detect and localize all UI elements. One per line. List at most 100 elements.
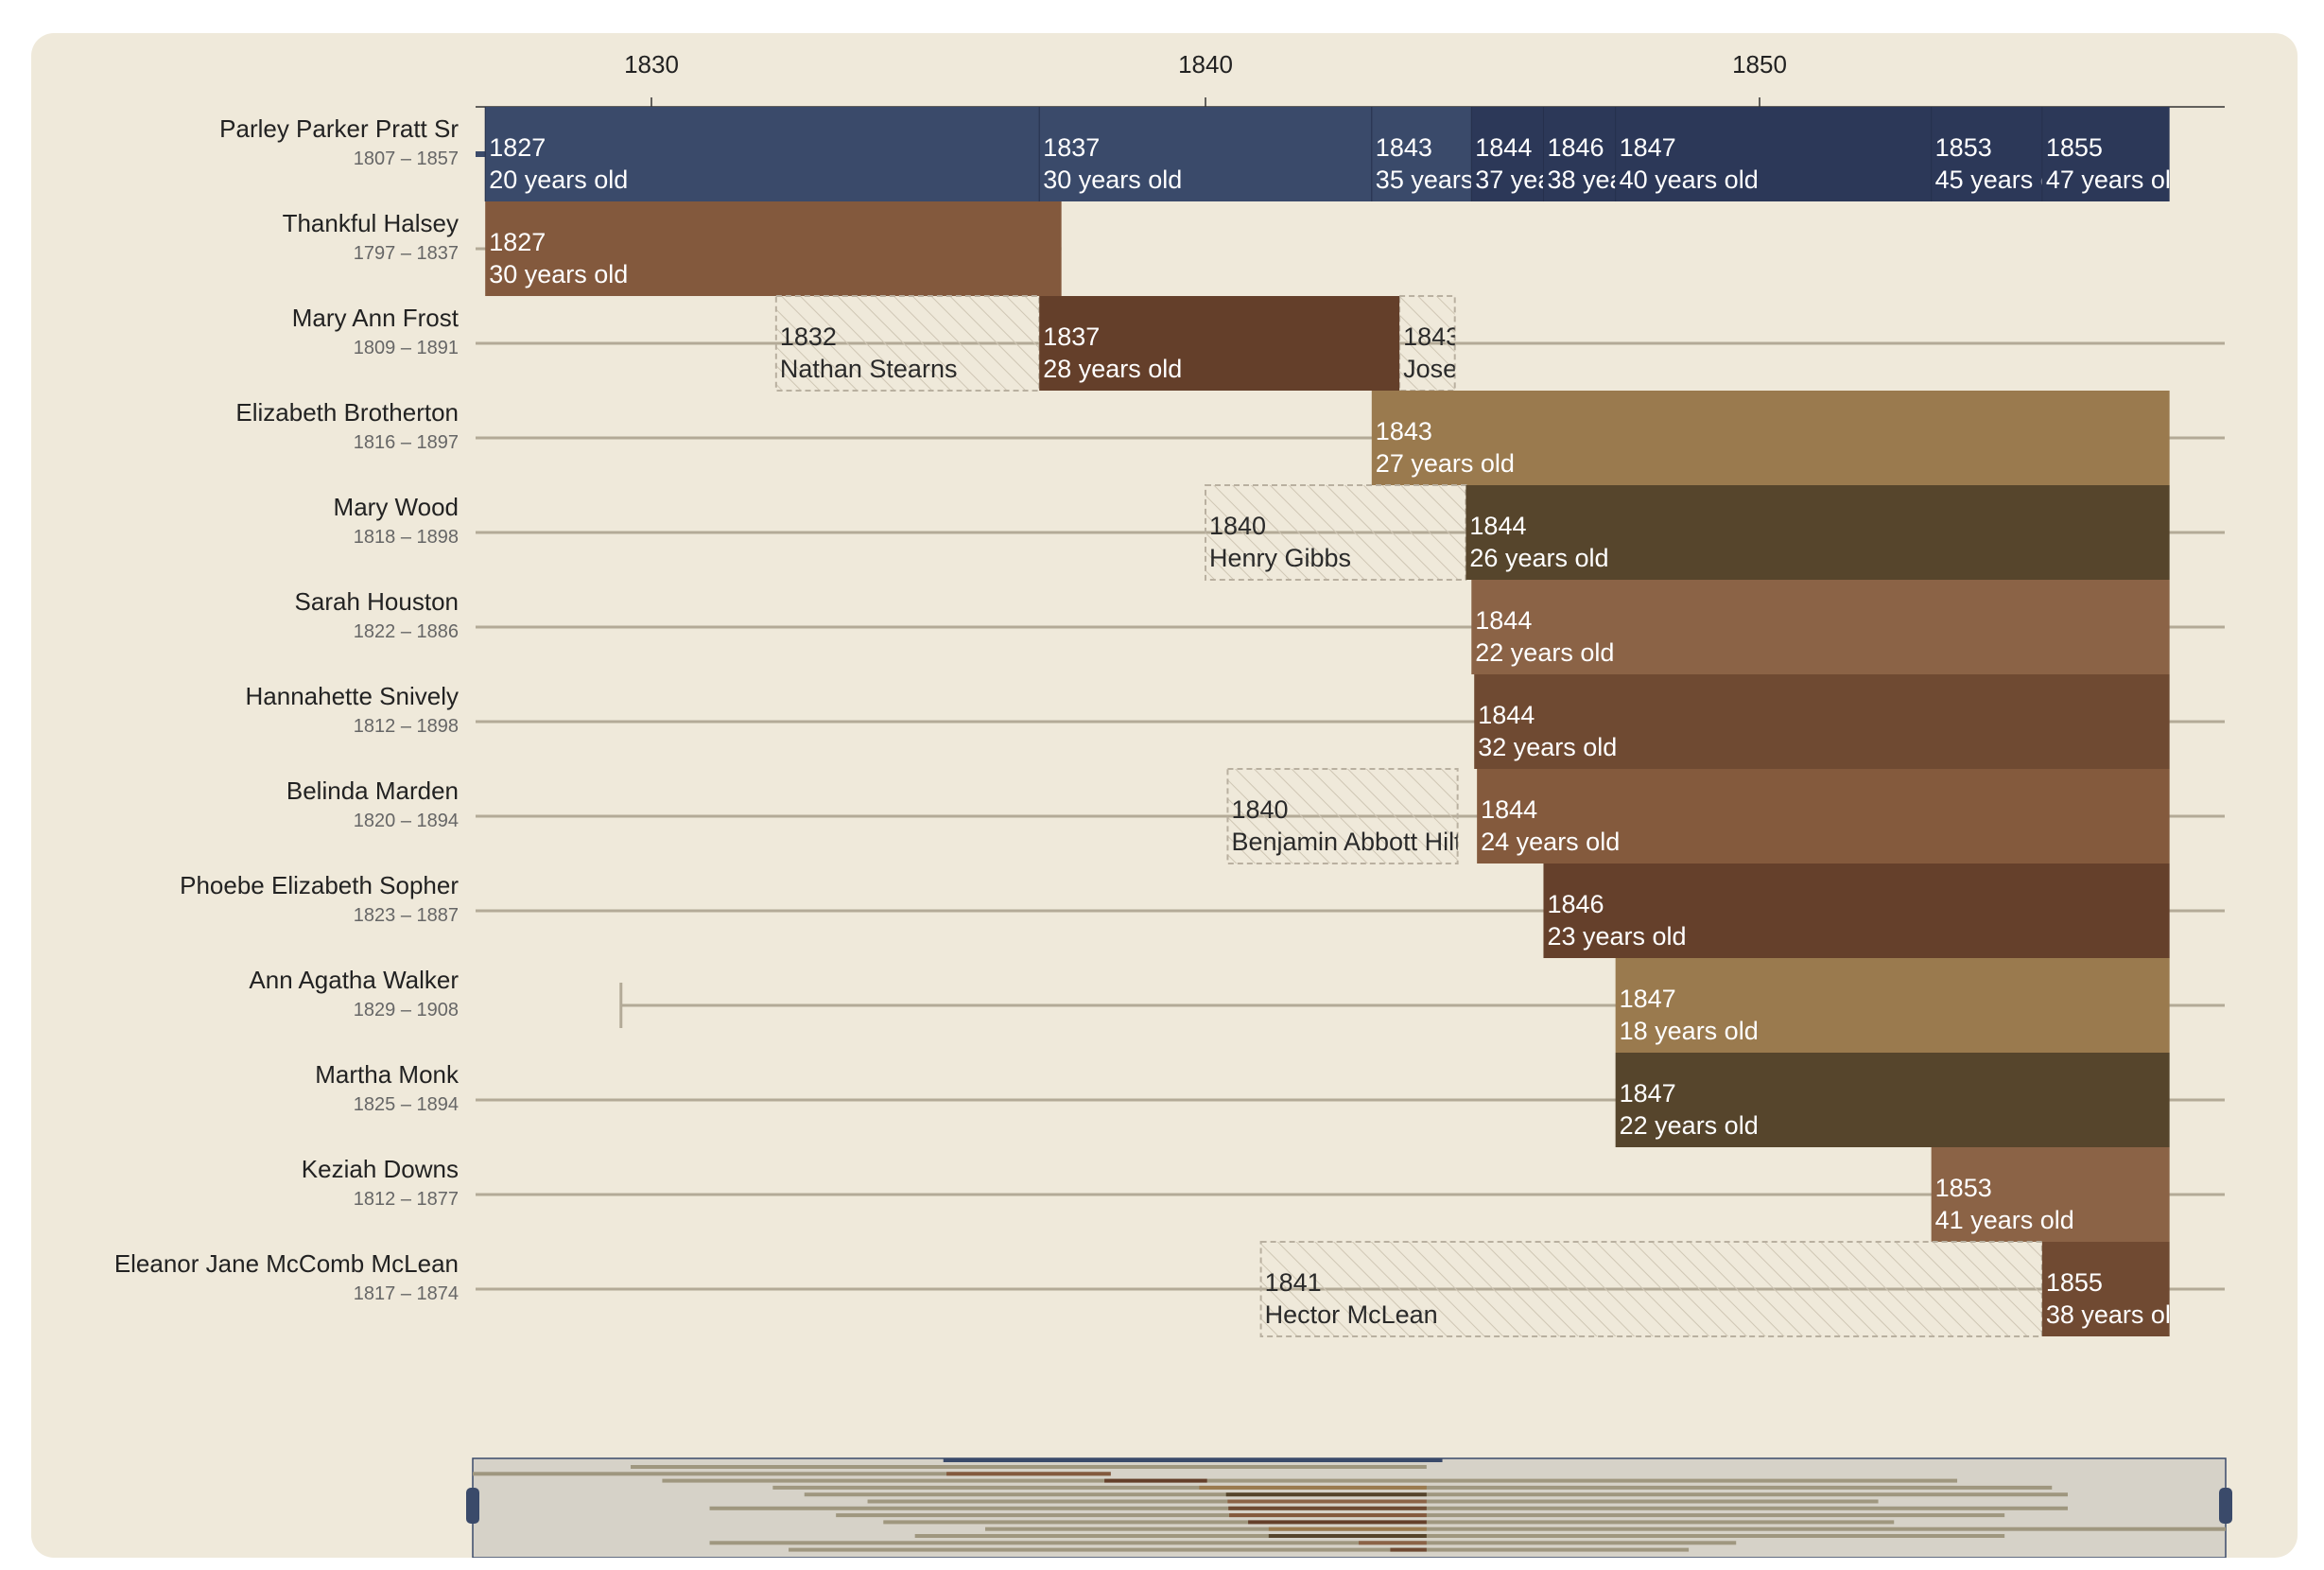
age-label: 32 years old: [1478, 733, 1617, 761]
person-dates: 1816 – 1897: [354, 432, 459, 453]
prior-spouse-name: Joseph Smith: [1403, 355, 1558, 383]
person-dates: 1818 – 1898: [354, 527, 459, 548]
overview-marriage: [1359, 1541, 1427, 1545]
person-dates: 1820 – 1894: [354, 811, 459, 831]
prior-marriage[interactable]: 1840 Benjamin Abbott Hilton: [1226, 768, 1489, 864]
person-name: Mary Ann Frost: [292, 304, 460, 332]
prior-spouse-name: Benjamin Abbott Hilton: [1231, 828, 1489, 856]
person-dates: 1817 – 1874: [354, 1283, 459, 1304]
person-name: Phoebe Elizabeth Sopher: [180, 871, 459, 899]
person-name: Hannahette Snively: [246, 682, 459, 710]
person-name: Parley Parker Pratt Sr: [219, 114, 459, 143]
marriage-segment[interactable]: 1855 38 years old: [2041, 1242, 2185, 1336]
marriage-segment[interactable]: 1844 32 years old: [1474, 674, 2170, 769]
age-label: 26 years old: [1469, 544, 1608, 572]
age-label: 18 years old: [1620, 1017, 1759, 1045]
overview-left-handle[interactable]: [466, 1488, 479, 1524]
age-label: 24 years old: [1481, 828, 1620, 856]
person-dates: 1809 – 1891: [354, 338, 459, 358]
age-label: 22 years old: [1620, 1111, 1759, 1140]
person-name: Ann Agatha Walker: [249, 966, 459, 994]
person-dates: 1797 – 1837: [354, 243, 459, 264]
overview-window-indicator: [943, 1458, 1443, 1462]
prior-marriage-year: 1843: [1403, 323, 1460, 351]
marriage-year-label: 1843: [1376, 133, 1432, 162]
marriage-segment[interactable]: 1847 18 years old: [1615, 958, 2170, 1053]
person-name: Mary Wood: [334, 493, 459, 521]
age-label: 22 years old: [1475, 638, 1614, 667]
age-label: 27 years old: [1376, 449, 1515, 478]
marriage-segment[interactable]: 1846 23 years old: [1543, 864, 2170, 958]
person-name: Eleanor Jane McComb McLean: [114, 1249, 459, 1278]
overview-lifeline: [985, 1526, 2226, 1531]
marriage-segment[interactable]: 1853 41 years old: [1931, 1147, 2170, 1242]
marriage-year-label: 1844: [1481, 795, 1537, 824]
prior-spouse-name: Henry Gibbs: [1209, 544, 1351, 572]
marriage-year-label: 1847: [1620, 985, 1676, 1013]
age-label: 40 years old: [1620, 166, 1759, 194]
person-name: Martha Monk: [315, 1060, 460, 1089]
person-name: Elizabeth Brotherton: [235, 398, 459, 427]
marriage-segment[interactable]: 1837 28 years old: [1039, 296, 1400, 391]
age-label: 47 years old: [2046, 166, 2185, 194]
prior-marriage[interactable]: 1841 Hector McLean: [1259, 1241, 2043, 1337]
overview-marriage: [946, 1472, 1111, 1476]
age-label: 38 years old: [2046, 1300, 2185, 1329]
prior-marriage[interactable]: 1832 Nathan Stearns: [774, 295, 1041, 392]
principal-segment[interactable]: 1847 40 years old: [1615, 107, 1932, 201]
marriage-year-label: 1847: [1620, 133, 1676, 162]
overview-marriage: [1268, 1534, 1427, 1538]
principal-segment[interactable]: 1855 47 years old: [2041, 107, 2185, 201]
marriage-year-label: 1855: [2046, 133, 2103, 162]
marriage-year-label: 1847: [1620, 1079, 1676, 1108]
principal-lifeline: [476, 151, 486, 157]
principal-segment[interactable]: 1837 30 years old: [1039, 107, 1372, 201]
marriage-year-label: 1844: [1469, 512, 1526, 540]
overview-marriage: [1229, 1513, 1427, 1518]
marriage-year-label: 1853: [1935, 1174, 1992, 1202]
overview-marriage: [1268, 1526, 1427, 1531]
person-dates: 1812 – 1898: [354, 716, 459, 737]
marriage-year-label: 1844: [1475, 133, 1532, 162]
person-name: Keziah Downs: [302, 1155, 459, 1183]
overview-lifeline: [631, 1465, 1427, 1469]
marriage-year-label: 1844: [1475, 606, 1532, 635]
principal-segment[interactable]: 1827 20 years old: [485, 107, 1040, 201]
marriage-segment[interactable]: 1844 26 years old: [1466, 485, 2170, 580]
overview-lifeline: [804, 1492, 2068, 1497]
marriage-segment[interactable]: 1844 24 years old: [1477, 769, 2170, 864]
age-label: 28 years old: [1043, 355, 1182, 383]
overview-marriage: [1225, 1492, 1427, 1497]
person-name: Belinda Marden: [286, 776, 459, 805]
overview-marriage: [1248, 1520, 1427, 1525]
marriage-year-label: 1853: [1935, 133, 1992, 162]
marriage-year-label: 1846: [1547, 133, 1604, 162]
overview-marriage: [1227, 1499, 1427, 1504]
age-label: 20 years old: [489, 166, 628, 194]
marriage-timeline-chart: 1830 1840 1850 Parley Parker Pratt Sr 1807 –…: [114, 50, 2232, 1558]
overview-marriage: [1390, 1547, 1427, 1552]
person-name: Sarah Houston: [295, 587, 459, 616]
marriage-year-label: 1844: [1478, 701, 1535, 729]
marriage-segment[interactable]: 1847 22 years old: [1615, 1053, 2170, 1147]
prior-spouse-name: Nathan Stearns: [780, 355, 958, 383]
person-dates: 1825 – 1894: [354, 1094, 459, 1115]
person-dates: 1823 – 1887: [354, 905, 459, 926]
age-label: 30 years old: [1043, 166, 1182, 194]
overview-lifeline: [914, 1534, 2005, 1538]
prior-marriage[interactable]: 1840 Henry Gibbs: [1205, 484, 1467, 581]
marriage-year-label: 1827: [489, 228, 546, 256]
prior-marriage-year: 1832: [780, 323, 837, 351]
marriage-segment[interactable]: 1843 27 years old: [1371, 391, 2170, 485]
marriage-segment[interactable]: 1844 22 years old: [1471, 580, 2170, 674]
timeline-card: 1830 1840 1850 Parley Parker Pratt Sr 1807 –…: [31, 33, 2298, 1558]
overview-right-handle[interactable]: [2219, 1488, 2232, 1524]
person-dates: 1812 – 1877: [354, 1189, 459, 1210]
age-label: 41 years old: [1935, 1206, 2074, 1234]
overview-lifeline: [709, 1541, 1737, 1545]
marriage-year-label: 1855: [2046, 1268, 2103, 1297]
overview-lifeline: [789, 1547, 1690, 1552]
marriage-segment[interactable]: 1827 30 years old: [485, 201, 1062, 296]
x-tick-label: 1840: [1178, 50, 1233, 78]
person-dates: 1822 – 1886: [354, 621, 459, 642]
